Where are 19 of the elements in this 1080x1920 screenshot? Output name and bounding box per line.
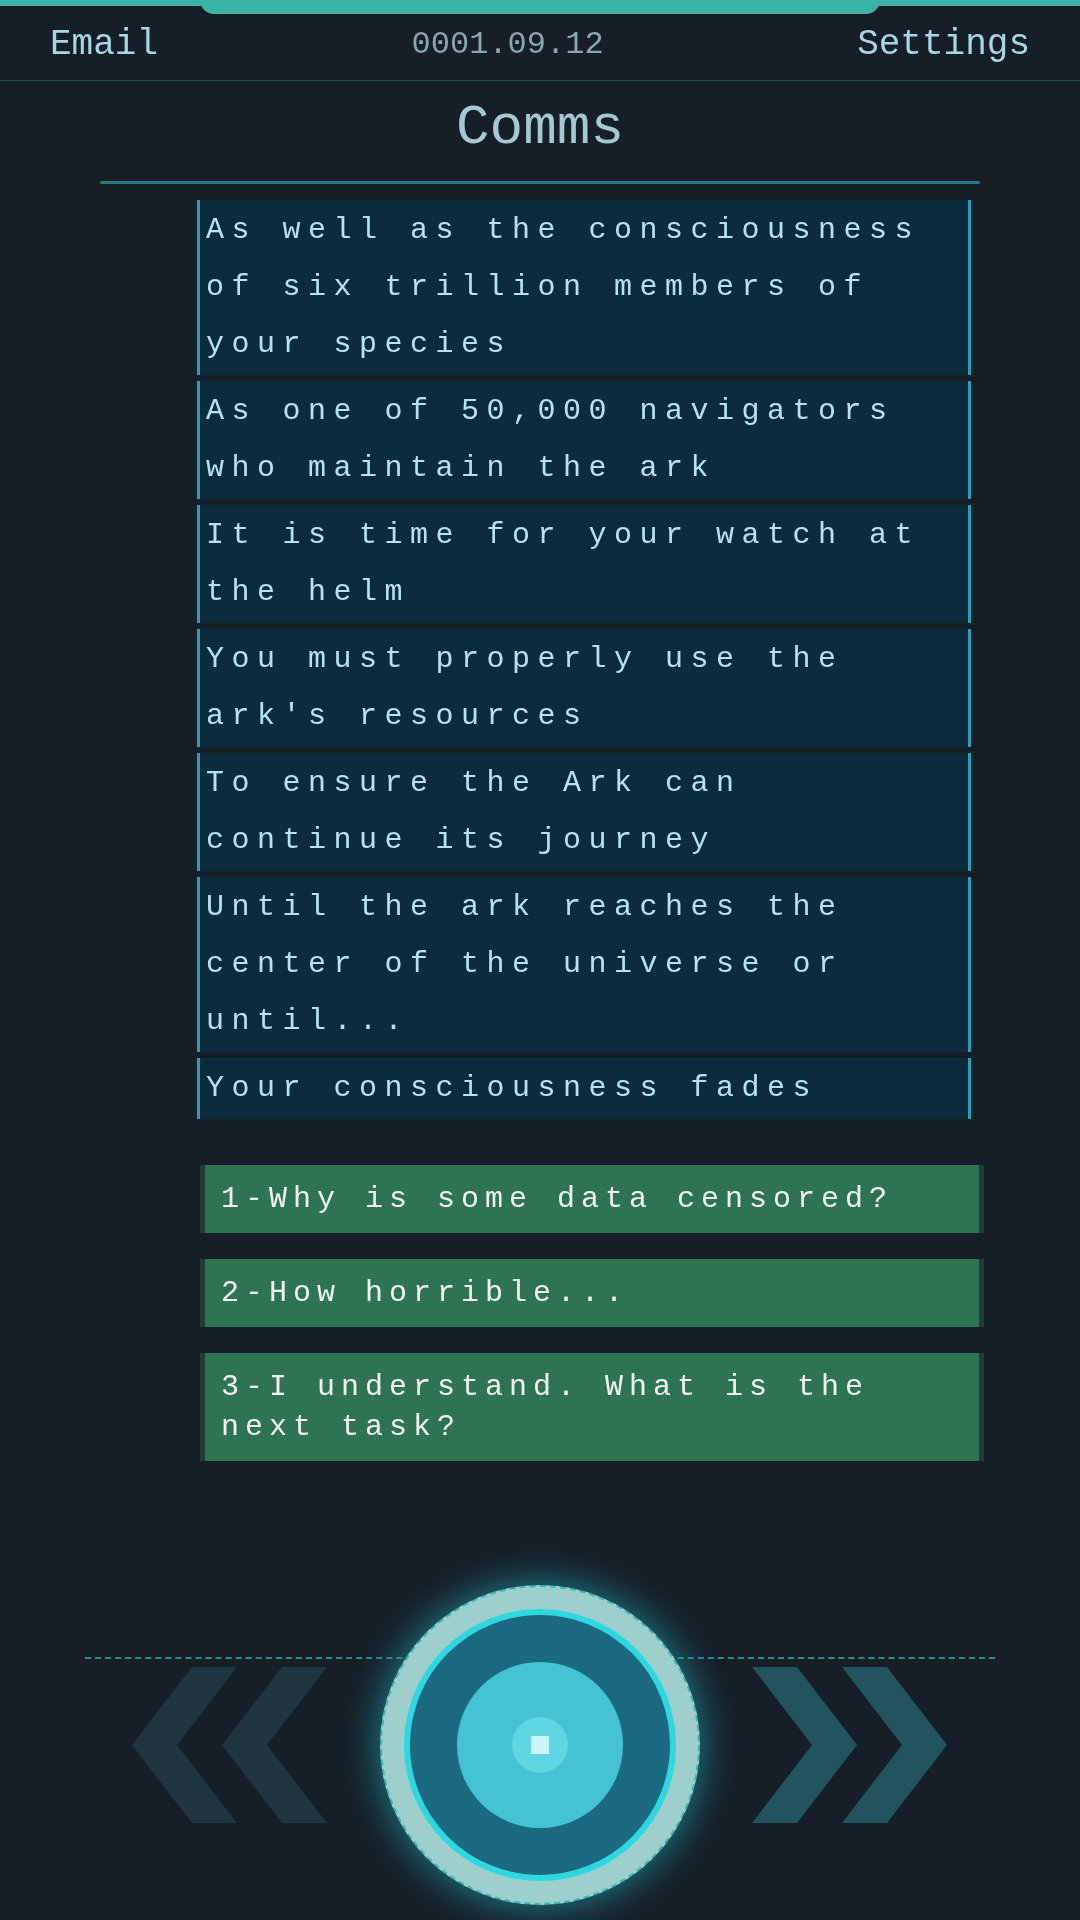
next-button[interactable] — [750, 1665, 950, 1825]
reply-option[interactable]: 3-I understand. What is the next task? — [200, 1353, 984, 1461]
message-bubble: Your consciousness fades — [197, 1058, 971, 1119]
stop-icon — [512, 1717, 568, 1773]
reply-option[interactable]: 1-Why is some data censored? — [200, 1165, 984, 1233]
page-title: Comms — [456, 95, 624, 162]
message-bubble: To ensure the Ark can continue its journey — [197, 753, 971, 871]
message-bubble: You must properly use the ark's resources — [197, 629, 971, 747]
double-chevron-right-icon — [752, 1667, 948, 1823]
message-bubble: As well as the consciousness of six trillion members of your species — [197, 200, 971, 375]
date-label: 0001.09.12 — [411, 25, 604, 65]
message-bubble: As one of 50,000 navigators who maintain the ark — [197, 381, 971, 499]
reply-option[interactable]: 2-How horrible... — [200, 1259, 984, 1327]
settings-link[interactable]: Settings — [857, 18, 1030, 72]
previous-button[interactable] — [130, 1665, 330, 1825]
message-bubble: It is time for your watch at the helm — [197, 505, 971, 623]
email-link[interactable]: Email — [50, 18, 159, 72]
message-bubble: Until the ark reaches the center of the universe or until... — [197, 877, 971, 1052]
double-chevron-left-icon — [132, 1667, 328, 1823]
